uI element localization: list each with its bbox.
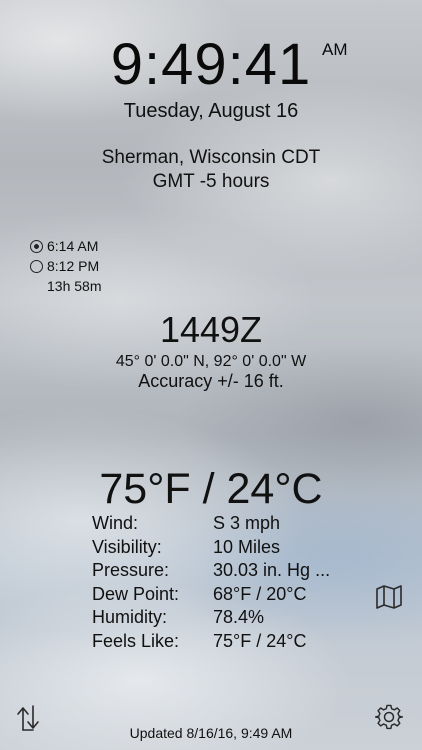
- weather-row-pressure: Pressure: 30.03 in. Hg ...: [92, 559, 330, 583]
- weather-label: Visibility:: [92, 536, 162, 557]
- sunset-time: 8:12 PM: [47, 258, 100, 274]
- clock-date: Tuesday, August 16: [123, 100, 299, 122]
- weather-value: 78.4%: [213, 607, 265, 627]
- weather-row-wind: Wind: S 3 mph: [92, 512, 330, 536]
- clock-time: 9:49:41: [110, 32, 312, 97]
- weather-value: S 3 mph: [213, 513, 281, 533]
- weather-value: 30.03 in. Hg ...: [213, 560, 331, 580]
- sunrise-time: 6:14 AM: [47, 238, 99, 254]
- temperature: 75°F / 24°C: [99, 465, 323, 513]
- map-button[interactable]: [375, 584, 403, 610]
- weather-row-dew-point: Dew Point: 68°F / 20°C: [92, 583, 330, 607]
- weather-value: 10 Miles: [213, 536, 281, 557]
- day-length: 13h 58m: [47, 278, 102, 294]
- coordinates: 45° 0' 0.0" N, 92° 0' 0.0" W: [115, 353, 307, 370]
- sunrise-row: 6:14 AM: [30, 236, 101, 256]
- sunrise-icon: [30, 239, 43, 253]
- sunset-row: 8:12 PM: [30, 256, 101, 276]
- sunset-icon: [30, 259, 43, 273]
- weather-row-humidity: Humidity: 78.4%: [92, 606, 330, 630]
- location-place: Sherman, Wisconsin CDT: [101, 147, 321, 168]
- location-gmt-offset: GMT -5 hours: [152, 171, 270, 192]
- weather-label: Pressure:: [92, 560, 170, 580]
- weather-row-visibility: Visibility: 10 Miles: [92, 536, 330, 560]
- weather-details: Wind: S 3 mph Visibility: 10 Miles Press…: [92, 512, 330, 653]
- sun-times: 6:14 AM 8:12 PM 13h 58m: [30, 236, 101, 296]
- weather-value: 75°F / 24°C: [213, 630, 307, 651]
- weather-row-feels-like: Feels Like: 75°F / 24°C: [92, 630, 330, 654]
- location-info: Sherman, Wisconsin CDT GMT -5 hours: [0, 146, 422, 194]
- location-accuracy: Accuracy +/- 16 ft.: [138, 371, 284, 391]
- weather-value: 68°F / 20°C: [213, 583, 307, 604]
- weather-label: Wind:: [92, 513, 139, 533]
- grid-reference: 1449Z: [159, 309, 263, 350]
- weather-label: Feels Like:: [92, 630, 180, 651]
- map-icon: [376, 585, 402, 609]
- weather-label: Dew Point:: [92, 583, 180, 604]
- clock-meridiem: AM: [322, 40, 348, 59]
- weather-label: Humidity:: [92, 607, 168, 627]
- last-updated: Updated 8/16/16, 9:49 AM: [129, 725, 293, 741]
